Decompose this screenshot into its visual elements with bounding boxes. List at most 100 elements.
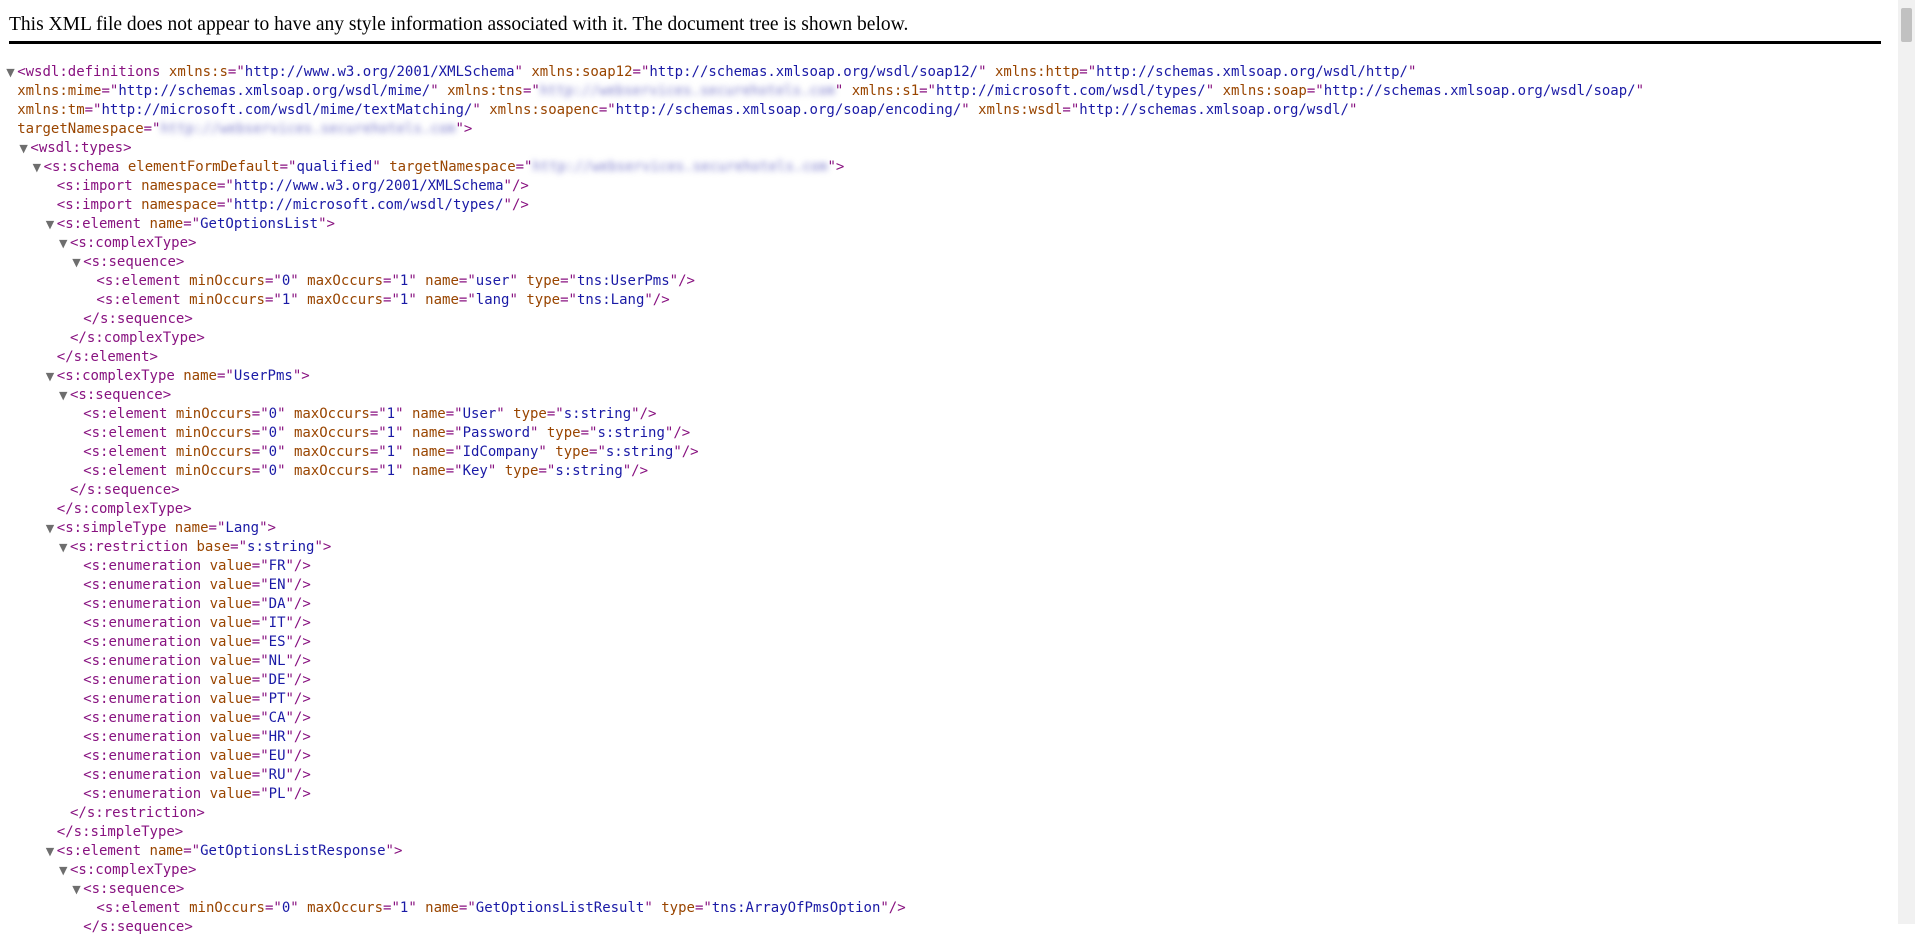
xml-tag-text: =": [216, 368, 234, 384]
xml-tag-text: ": [290, 900, 299, 916]
xml-tag-text: =": [580, 425, 598, 441]
collapse-toggle-icon[interactable]: ▼: [46, 842, 54, 861]
xml-line-content: </s:element>: [57, 348, 158, 367]
xml-attribute-name: name: [403, 425, 446, 441]
xml-attribute-name: minOccurs: [180, 292, 265, 308]
scrollbar-thumb[interactable]: [1901, 8, 1912, 42]
xml-tag-text: ">: [455, 121, 473, 137]
xml-tag-text: =": [251, 444, 269, 460]
xml-tag-text: "/>: [285, 748, 311, 764]
xml-tag-text: "/>: [673, 444, 699, 460]
xml-line: ▼ <s:complexType name="UserPms">: [0, 367, 1890, 386]
xml-tag-text: ": [277, 406, 286, 422]
collapse-toggle-icon[interactable]: ▼: [46, 367, 54, 386]
xml-tag-text: ": [277, 425, 286, 441]
xml-attribute-name: xmlns:mime: [17, 83, 102, 99]
xml-attribute-name: namespace: [132, 197, 217, 213]
xml-line-content: <wsdl:definitions xmlns:s="http://www.w3…: [17, 63, 1416, 82]
xml-tag-text: =": [143, 121, 161, 137]
xml-attribute-value: 1: [386, 463, 396, 479]
xml-line-content: <s:enumeration value="PL"/>: [83, 785, 311, 804]
collapse-toggle-icon[interactable]: ▼: [6, 63, 14, 82]
xml-line-content: <s:element minOccurs="0" maxOccurs="1" n…: [83, 405, 656, 424]
xml-tag-text: </s:sequence>: [83, 919, 193, 935]
xml-tag-text: "/>: [503, 178, 529, 194]
vertical-scrollbar[interactable]: [1898, 0, 1915, 924]
xml-line: <s:enumeration value="PL"/>: [0, 785, 1890, 804]
xml-tag-text: =": [632, 64, 650, 80]
xml-attribute-value: HR: [268, 729, 286, 745]
collapse-toggle-icon[interactable]: ▼: [59, 861, 67, 880]
xml-attribute-value: IT: [268, 615, 286, 631]
xml-tag-text: <s:element: [96, 273, 181, 289]
xml-tag-text: =": [251, 615, 269, 631]
xml-attribute-value: Key: [462, 463, 488, 479]
xml-tag-text: ": [472, 102, 481, 118]
xml-tag-text: <s:sequence>: [83, 881, 185, 897]
collapse-toggle-icon[interactable]: ▼: [46, 519, 54, 538]
collapse-toggle-icon[interactable]: ▼: [33, 158, 41, 177]
redacted-attribute-value: http://webservices.securehotels.com: [539, 83, 835, 99]
xml-tag-text: =": [216, 197, 234, 213]
xml-line-content: <s:element minOccurs="0" maxOccurs="1" n…: [96, 272, 695, 291]
xml-tag-text: <s:element: [96, 900, 181, 916]
xml-attribute-value: CA: [268, 710, 286, 726]
xml-attribute-name: namespace: [132, 178, 217, 194]
collapse-toggle-icon[interactable]: ▼: [46, 215, 54, 234]
xml-line: <s:enumeration value="ES"/>: [0, 633, 1890, 652]
xml-attribute-value: GetOptionsList: [200, 216, 319, 232]
xml-attribute-name: value: [201, 786, 252, 802]
xml-tag-text: =": [84, 102, 102, 118]
xml-attribute-value: http://www.w3.org/2001/XMLSchema: [233, 178, 504, 194]
notice-divider: [9, 41, 1881, 44]
xml-attribute-value: 0: [268, 444, 278, 460]
xml-attribute-name: name: [141, 216, 184, 232]
collapse-toggle-icon[interactable]: ▼: [72, 253, 80, 272]
xml-tag-text: ": [395, 425, 404, 441]
xml-line-content: <s:enumeration value="EU"/>: [83, 747, 311, 766]
xml-line-content: </s:complexType>: [70, 329, 205, 348]
xml-tag-text: ">: [314, 539, 332, 555]
xml-attribute-value: ES: [268, 634, 286, 650]
xml-tag-text: <s:complexType: [56, 368, 175, 384]
xml-tag-text: =": [251, 653, 269, 669]
xml-attribute-name: type: [496, 463, 539, 479]
xml-attribute-value: http://microsoft.com/wsdl/types/: [935, 83, 1206, 99]
xml-tag-text: <wsdl:definitions: [17, 64, 161, 80]
xml-line: <s:import namespace="http://www.w3.org/2…: [0, 177, 1890, 196]
xml-line: ▼ <wsdl:definitions xmlns:s="http://www.w…: [0, 63, 1890, 82]
xml-tag-text: "/>: [669, 273, 695, 289]
collapse-toggle-icon[interactable]: ▼: [59, 386, 67, 405]
xml-attribute-value: http://microsoft.com/wsdl/mime/textMatch…: [101, 102, 473, 118]
xml-line-content: <s:enumeration value="FR"/>: [83, 557, 311, 576]
xml-line: <s:enumeration value="NL"/>: [0, 652, 1890, 671]
xml-line: ▼ <s:complexType>: [0, 234, 1890, 253]
xml-attribute-value: PT: [268, 691, 286, 707]
collapse-toggle-icon[interactable]: ▼: [19, 139, 27, 158]
xml-attribute-name: type: [504, 406, 547, 422]
xml-attribute-name: value: [201, 615, 252, 631]
xml-tag-text: =": [251, 767, 269, 783]
xml-tag-text: =": [560, 292, 577, 308]
collapse-toggle-icon[interactable]: ▼: [59, 538, 67, 557]
xml-tag-text: =": [251, 691, 269, 707]
xml-tag-text: =": [694, 900, 712, 916]
xml-tag-text: <s:element: [96, 292, 181, 308]
xml-attribute-value: http://schemas.xmlsoap.org/wsdl/http/: [1096, 64, 1408, 80]
xml-line-content: <s:complexType name="UserPms">: [57, 367, 310, 386]
xml-tag-text: <s:enumeration: [83, 577, 202, 593]
xml-line-content: xmlns:mime="http://schemas.xmlsoap.org/w…: [17, 82, 1644, 101]
xml-tag-text: </s:element>: [56, 349, 158, 365]
xml-line: </s:complexType>: [0, 329, 1890, 348]
collapse-toggle-icon[interactable]: ▼: [59, 234, 67, 253]
xml-tag-text: =": [251, 577, 269, 593]
xml-line-content: <s:element minOccurs="0" maxOccurs="1" n…: [83, 462, 648, 481]
xml-tag-text: =": [522, 83, 540, 99]
xml-attribute-value: 1: [386, 444, 396, 460]
xml-tag-text: ": [1635, 83, 1645, 99]
xml-tag-text: =": [445, 463, 463, 479]
collapse-toggle-icon[interactable]: ▼: [72, 880, 80, 899]
xml-line-content: <s:sequence>: [70, 386, 171, 405]
xml-attribute-value: tns:ArrayOfPmsOption: [711, 900, 881, 916]
xml-tag-text: <s:enumeration: [83, 748, 202, 764]
